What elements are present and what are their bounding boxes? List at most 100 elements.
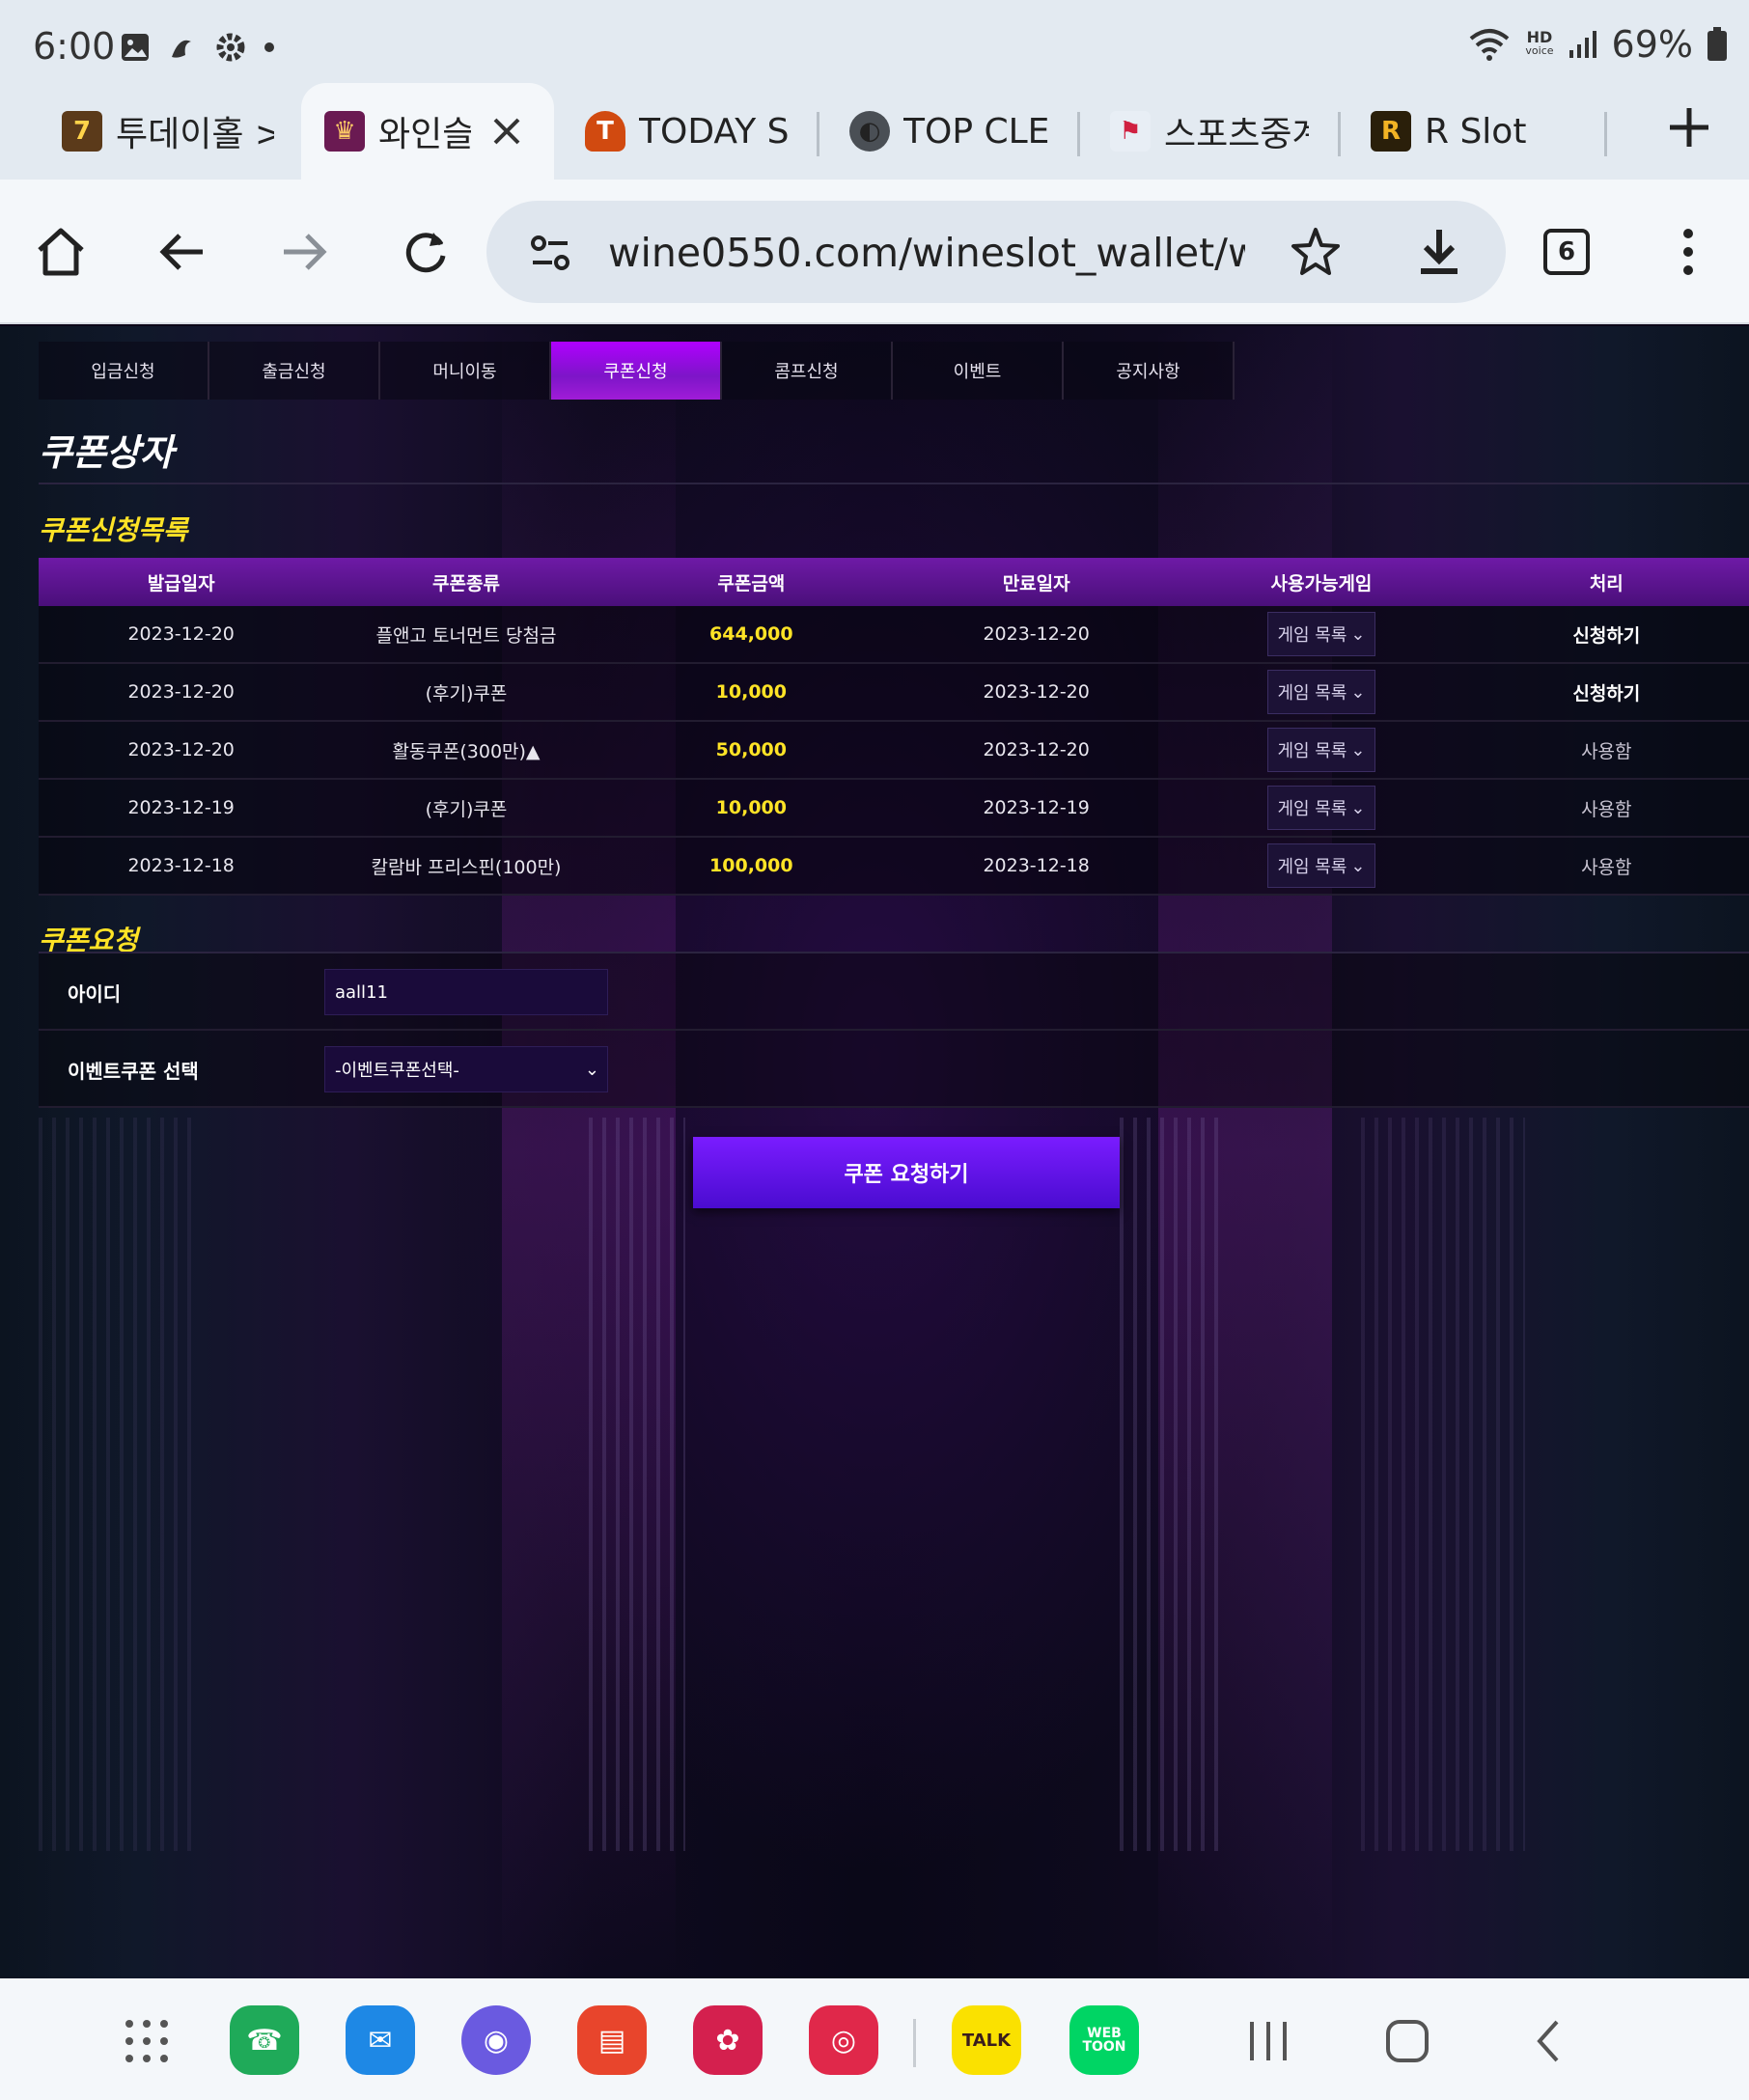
game-list-select[interactable]: 게임 목록 ⌄ <box>1266 786 1375 830</box>
webtoon-app-icon[interactable]: WEB TOON <box>1069 2005 1139 2075</box>
reload-button[interactable] <box>394 220 458 284</box>
apps-grid-icon <box>125 2020 168 2062</box>
nav-comp[interactable]: 콤프신청 <box>722 342 893 400</box>
webtoon-label: WEB TOON <box>1082 2026 1126 2055</box>
event-coupon-select[interactable]: -이벤트쿠폰선택- ⌄ <box>324 1046 608 1092</box>
home-nav-button[interactable] <box>1378 2015 1436 2067</box>
kakaotalk-app-icon[interactable]: TALK <box>952 2005 1021 2075</box>
gallery-app-icon[interactable]: ✿ <box>693 2005 763 2075</box>
coupon-select-label: 이벤트쿠폰 선택 <box>68 1060 199 1083</box>
table-row: 2023-12-18 칼람바 프리스핀(100만) 100,000 2023-1… <box>39 838 1749 896</box>
cell-issued: 2023-12-20 <box>127 623 235 645</box>
site-settings-icon[interactable] <box>529 234 571 272</box>
voice-label: voice <box>1525 44 1554 57</box>
game-list-label: 게임 목록 <box>1277 625 1347 646</box>
browser-tab-6[interactable]: R R Slot <box>1371 83 1583 180</box>
tab-switcher-button[interactable]: 6 <box>1535 220 1598 284</box>
arrow-right-icon <box>284 234 327 270</box>
tab-divider <box>1604 112 1607 156</box>
download-icon[interactable] <box>1415 226 1463 278</box>
nav-event[interactable]: 이벤트 <box>893 342 1064 400</box>
tab-count: 6 <box>1543 229 1590 275</box>
r-slot-favicon-icon: R <box>1371 111 1411 152</box>
browser-tab-2[interactable]: ♛ 와인슬롯 <box>301 83 554 180</box>
cell-games: 게임 목록 ⌄ <box>1179 664 1463 720</box>
browser-tab-label: R Slot <box>1425 111 1527 152</box>
cell-type: 칼람바 프리스핀(100만) <box>371 856 562 878</box>
messages-app-icon[interactable]: ✉ <box>346 2005 415 2075</box>
reload-icon <box>405 233 446 273</box>
star-bookmark-icon[interactable] <box>1290 226 1342 278</box>
home-square-icon <box>1386 2020 1429 2062</box>
coupon-list-title: 쿠폰신청목록 <box>39 514 188 546</box>
page-title: 쿠폰상자 <box>39 431 174 474</box>
browser-tab-3[interactable]: T TODAY SI <box>585 83 788 180</box>
camera-app-icon[interactable]: ◎ <box>809 2005 878 2075</box>
phone-app-icon[interactable]: ☎ <box>230 2005 299 2075</box>
game-list-select[interactable]: 게임 목록 ⌄ <box>1266 843 1375 888</box>
nav-money-transfer[interactable]: 머니이동 <box>380 342 551 400</box>
browser-tab-4[interactable]: ◐ TOP CLEA <box>849 83 1048 180</box>
id-field[interactable]: aall11 <box>324 969 608 1015</box>
notes-app-icon[interactable]: ▤ <box>577 2005 647 2075</box>
event-coupon-selected: -이벤트쿠폰선택- <box>335 1061 459 1081</box>
cell-expires: 2023-12-18 <box>983 855 1090 876</box>
forward-button[interactable] <box>272 220 336 284</box>
dot-icon <box>264 42 274 52</box>
cell-amount: 10,000 <box>715 797 787 818</box>
game-list-select[interactable]: 게임 목록 ⌄ <box>1266 612 1375 656</box>
web-page: 입금신청 출금신청 머니이동 쿠폰신청 콤프신청 이벤트 공지사항 쿠폰상자 쿠… <box>0 326 1749 1978</box>
app-drawer-button[interactable] <box>118 2015 176 2067</box>
table-row: 2023-12-20 (후기)쿠폰 10,000 2023-12-20 게임 목… <box>39 664 1749 722</box>
coupon-table-header: 발급일자 쿠폰종류 쿠폰금액 만료일자 사용가능게임 처리 <box>39 558 1749 606</box>
back-nav-button[interactable] <box>1519 2015 1577 2067</box>
home-button[interactable] <box>29 220 93 284</box>
game-list-select[interactable]: 게임 목록 ⌄ <box>1266 670 1375 714</box>
new-tab-plus-icon[interactable] <box>1668 100 1710 158</box>
recents-button[interactable] <box>1239 2015 1297 2067</box>
gear-icon <box>216 33 245 62</box>
close-tab-icon[interactable] <box>490 115 523 148</box>
cell-amount: 100,000 <box>709 855 793 876</box>
browser-tab-label: 투데이홀 > <box>116 115 274 154</box>
nav-coupon[interactable]: 쿠폰신청 <box>551 342 722 400</box>
cell-issued: 2023-12-20 <box>127 681 235 703</box>
tab-divider <box>817 112 819 156</box>
cell-expires: 2023-12-20 <box>983 681 1090 703</box>
game-list-select[interactable]: 게임 목록 ⌄ <box>1266 728 1375 772</box>
address-bar[interactable]: wine0550.com/wineslot_wallet/win <box>486 201 1506 303</box>
system-indicators: HD voice 69% <box>1467 23 1728 66</box>
browser-tab-5[interactable]: ⚑ 스포츠중계 <box>1110 83 1309 180</box>
notification-icons <box>120 31 276 64</box>
coupon-request-button[interactable]: 쿠폰 요청하기 <box>693 1137 1120 1208</box>
browser-tab-strip: 7 투데이홀 > ♛ 와인슬롯 T TODAY SI ◐ TOP CLEA ⚑ … <box>0 83 1749 180</box>
cell-issued: 2023-12-19 <box>127 797 235 818</box>
divider <box>39 483 1749 484</box>
home-icon <box>38 228 84 276</box>
header-amount: 쿠폰금액 <box>717 572 786 594</box>
internet-app-icon[interactable]: ◉ <box>461 2005 531 2075</box>
hd-label: HD <box>1526 28 1553 46</box>
cell-expires: 2023-12-20 <box>983 623 1090 645</box>
apply-button[interactable]: 신청하기 <box>1464 606 1749 662</box>
menu-button[interactable] <box>1656 220 1720 284</box>
status-bar: 6:00 HD voice 69% <box>0 0 1749 83</box>
tab-divider <box>1338 112 1341 156</box>
apply-button[interactable]: 신청하기 <box>1464 664 1749 720</box>
table-row: 2023-12-20 활동쿠폰(300만)▲ 50,000 2023-12-20… <box>39 722 1749 780</box>
nav-deposit[interactable]: 입금신청 <box>39 342 209 400</box>
nav-withdraw[interactable]: 출금신청 <box>209 342 380 400</box>
status-used: 사용함 <box>1581 740 1632 762</box>
more-vertical-icon <box>1683 229 1693 275</box>
browser-tab-label: 와인슬롯 <box>378 115 471 154</box>
background-stripes <box>1361 1118 1525 1851</box>
back-button[interactable] <box>151 220 214 284</box>
browser-tab-1[interactable]: 7 투데이홀 > <box>62 83 274 180</box>
hd-voice-badge: HD voice <box>1525 28 1554 58</box>
game-list-label: 게임 목록 <box>1277 799 1347 819</box>
url-text: wine0550.com/wineslot_wallet/win <box>608 230 1245 276</box>
shield-favicon-icon: T <box>585 111 625 152</box>
nav-notice[interactable]: 공지사항 <box>1064 342 1235 400</box>
game-list-label: 게임 목록 <box>1277 741 1347 761</box>
cell-amount: 10,000 <box>715 681 787 703</box>
